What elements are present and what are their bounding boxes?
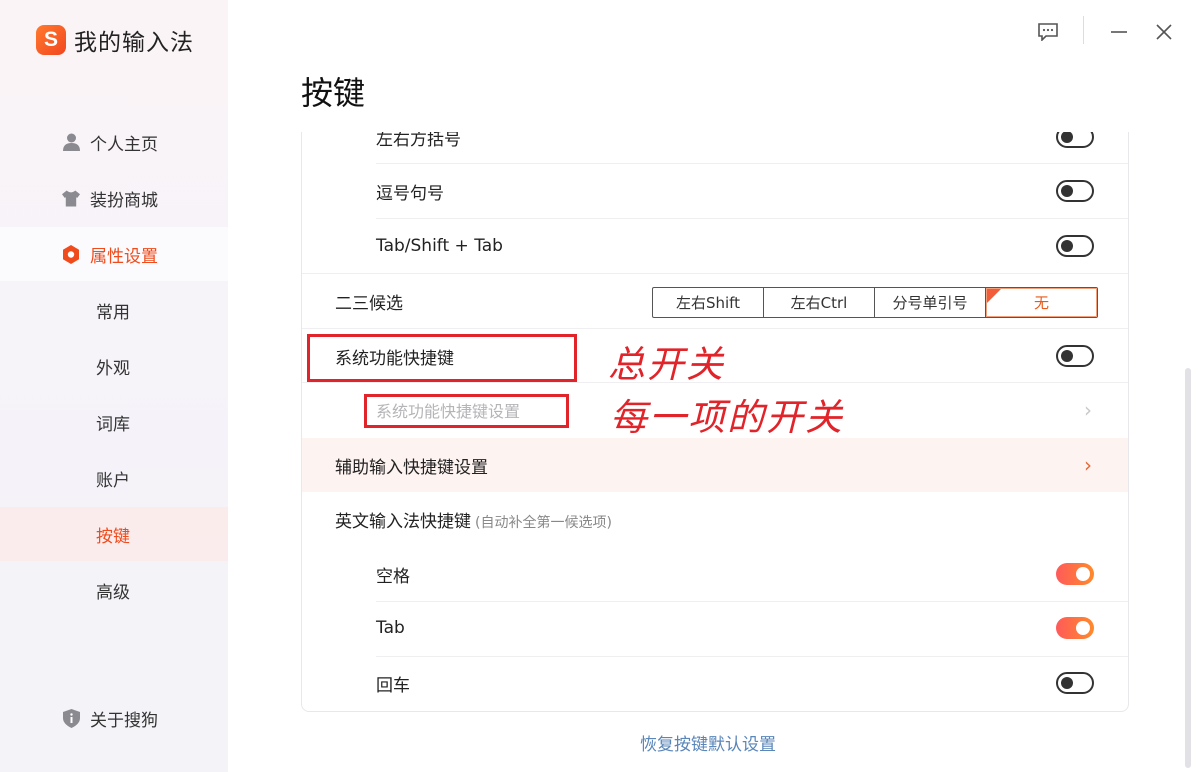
chevron-right-icon: ›: [1084, 453, 1092, 477]
setting-row-comma-period: 逗号句号: [302, 164, 1128, 218]
close-icon[interactable]: [1150, 18, 1178, 46]
annotation-box-each: [364, 394, 569, 428]
chevron-right-icon: ›: [1084, 398, 1092, 422]
scrollbar[interactable]: [1185, 368, 1191, 768]
feedback-icon[interactable]: [1034, 18, 1062, 46]
setting-row-space: 空格: [302, 547, 1128, 601]
english-input-note: (自动补全第一候选项): [475, 514, 612, 531]
sidebar-item-settings[interactable]: 属性设置: [0, 227, 228, 281]
option-left-right-ctrl[interactable]: 左右Ctrl: [764, 288, 875, 317]
titlebar-divider: [1083, 16, 1084, 44]
annotation-box-master: [307, 334, 577, 382]
sidebar-item-label: 关于搜狗: [90, 710, 158, 731]
sidebar-item-about[interactable]: 关于搜狗: [0, 691, 228, 745]
app-title: 我的输入法: [74, 30, 194, 56]
sidebar-sub-common[interactable]: 常用: [0, 283, 228, 337]
option-none[interactable]: 无: [986, 288, 1097, 317]
sidebar-item-label: 个人主页: [90, 134, 158, 155]
shirt-icon: [62, 189, 80, 207]
setting-row-second-third: 二三候选 左右Shift 左右Ctrl 分号单引号 无: [302, 274, 1128, 328]
comma-period-toggle[interactable]: [1056, 180, 1094, 202]
setting-row-english-input: 英文输入法快捷键 (自动补全第一候选项): [335, 511, 612, 532]
system-shortcut-toggle[interactable]: [1056, 345, 1094, 367]
sidebar-item-label: 属性设置: [90, 246, 158, 267]
sidebar-sub-appearance[interactable]: 外观: [0, 339, 228, 393]
page-title: 按键: [301, 74, 366, 112]
annotation-master-switch: 总开关: [608, 343, 725, 386]
setting-row-enter: 回车: [302, 656, 1128, 710]
option-semicolon-quote[interactable]: 分号单引号: [875, 288, 986, 317]
tab-toggle[interactable]: [1056, 235, 1094, 257]
enter-toggle[interactable]: [1056, 672, 1094, 694]
tab-key-toggle[interactable]: [1056, 617, 1094, 639]
setting-row-tab-key: Tab: [302, 601, 1128, 655]
settings-hex-icon: [62, 244, 80, 264]
brackets-toggle[interactable]: [1056, 132, 1094, 148]
shield-info-icon: [62, 708, 80, 728]
setting-row-tab: Tab/Shift + Tab: [302, 219, 1128, 273]
sidebar-sub-advanced[interactable]: 高级: [0, 563, 228, 617]
sidebar: S 我的输入法 个人主页 装扮商城 属性设置 常用 外观 词库 账户 按键 高级: [0, 0, 228, 772]
app-logo: S 我的输入法: [36, 24, 194, 56]
minimize-icon[interactable]: [1105, 18, 1133, 46]
setting-row-assist-input[interactable]: 辅助输入快捷键设置 ›: [302, 438, 1128, 492]
option-left-right-shift[interactable]: 左右Shift: [653, 288, 764, 317]
restore-defaults-link[interactable]: 恢复按键默认设置: [640, 730, 776, 755]
annotation-each-switch: 每一项的开关: [610, 396, 844, 439]
sidebar-item-profile[interactable]: 个人主页: [0, 115, 228, 169]
candidate-key-selector: 左右Shift 左右Ctrl 分号单引号 无: [652, 287, 1098, 318]
sidebar-sub-keys[interactable]: 按键: [0, 507, 228, 561]
setting-row-brackets: 左右方括号: [302, 132, 1128, 164]
sogou-logo-icon: S: [36, 25, 66, 55]
user-icon: [62, 133, 80, 151]
sidebar-sub-dictionary[interactable]: 词库: [0, 395, 228, 449]
sidebar-item-label: 装扮商城: [90, 190, 158, 211]
space-toggle[interactable]: [1056, 563, 1094, 585]
sidebar-item-store[interactable]: 装扮商城: [0, 171, 228, 225]
sidebar-sub-account[interactable]: 账户: [0, 451, 228, 505]
